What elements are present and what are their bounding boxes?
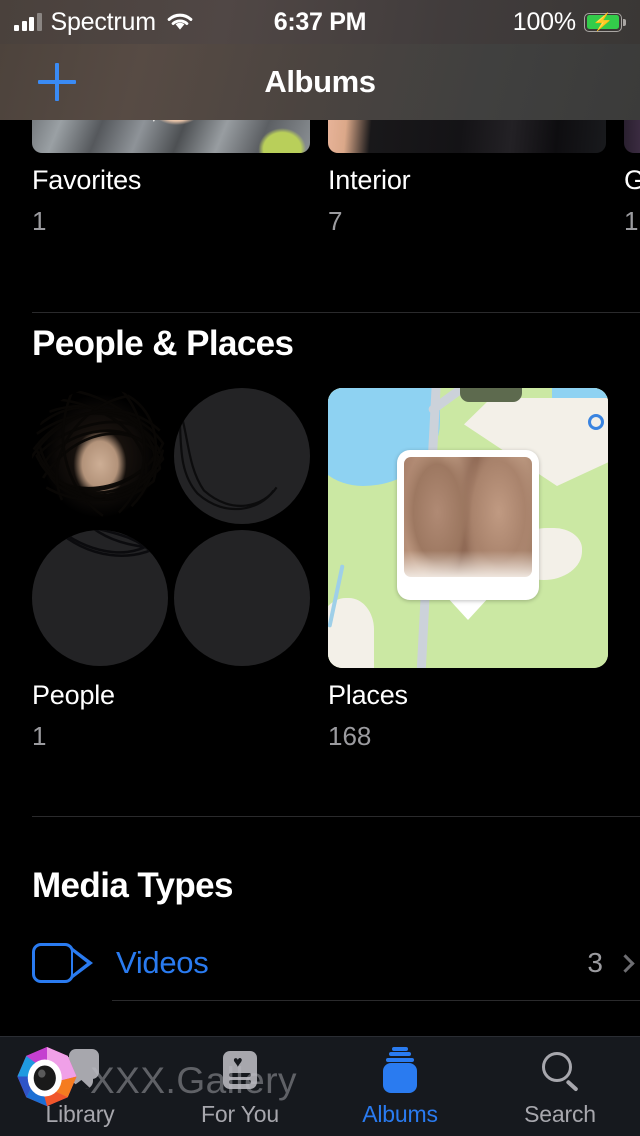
places-count: 168 — [328, 721, 372, 751]
photo-stack-icon — [53, 1049, 107, 1095]
places-label-group: Places 168 — [328, 680, 408, 752]
places-title: Places — [328, 680, 408, 710]
pin-photo-thumbnail — [404, 457, 532, 577]
people-places-section: People 1 Places 168 — [0, 388, 640, 788]
media-types-section: Media Types Videos 3 — [0, 840, 640, 1036]
tab-label: Albums — [362, 1101, 438, 1127]
tab-label: For You — [201, 1101, 279, 1127]
albums-scroll-content[interactable]: Favorites 1 Interior 7 G 1 People & Plac… — [0, 0, 640, 1036]
map-park-area — [460, 388, 522, 402]
people-label-group: People 1 — [32, 680, 115, 752]
album-cell-favorites[interactable]: Favorites 1 — [32, 104, 310, 237]
places-album-tile[interactable] — [328, 388, 608, 668]
album-title: Favorites — [32, 165, 142, 195]
section-header-people-places: People & Places — [32, 324, 294, 363]
page-title: Albums — [264, 64, 376, 99]
person-face-circle[interactable] — [32, 530, 168, 666]
album-title: G — [624, 165, 640, 195]
heart-card-icon: ♥ — [213, 1049, 267, 1095]
albums-grid-row: Favorites 1 Interior 7 G 1 — [0, 104, 640, 304]
wifi-icon — [167, 13, 193, 30]
tab-library[interactable]: Library — [0, 1037, 160, 1136]
section-header-media-types: Media Types — [32, 866, 233, 905]
chevron-right-icon — [616, 953, 635, 973]
media-type-count: 3 — [587, 947, 603, 978]
tab-bar: Library ♥ For You Albums Search — [0, 1036, 640, 1136]
albums-stack-icon — [373, 1047, 427, 1095]
album-title: Interior — [328, 165, 411, 195]
navigation-bar: Albums — [0, 44, 640, 120]
album-count: 7 — [328, 206, 343, 236]
redaction-scribble-overlay — [32, 388, 165, 518]
status-bar: Spectrum 6:37 PM 100% ⚡ — [0, 0, 640, 44]
plus-icon — [38, 80, 76, 84]
person-face-circle[interactable] — [174, 388, 310, 524]
carrier-label: Spectrum — [50, 7, 157, 36]
people-count: 1 — [32, 721, 47, 751]
tab-for-you[interactable]: ♥ For You — [160, 1037, 320, 1136]
tab-label: Library — [45, 1101, 115, 1127]
magnifier-icon — [533, 1049, 587, 1095]
map-photo-pin[interactable] — [397, 450, 539, 620]
person-face-circle[interactable] — [174, 530, 310, 666]
media-type-label: Videos — [116, 945, 209, 980]
album-count: 1 — [624, 206, 639, 236]
video-camera-icon — [32, 941, 94, 985]
album-cell-interior[interactable]: Interior 7 — [328, 104, 606, 237]
media-type-trailing: 3 — [587, 947, 640, 979]
person-face-circle[interactable] — [32, 388, 168, 524]
people-title: People — [32, 680, 115, 710]
battery-percent-label: 100% — [512, 7, 576, 36]
media-type-row-videos[interactable]: Videos 3 — [32, 926, 640, 1000]
people-album-tile[interactable] — [32, 388, 310, 668]
section-divider — [32, 312, 640, 313]
tab-search[interactable]: Search — [480, 1037, 640, 1136]
status-bar-left: Spectrum — [0, 8, 240, 37]
map-marker-dot — [588, 414, 604, 430]
section-divider — [32, 816, 640, 817]
row-separator — [112, 1000, 640, 1001]
add-album-button[interactable] — [34, 59, 80, 105]
battery-charging-icon: ⚡ — [583, 12, 626, 32]
status-bar-right: 100% ⚡ — [400, 8, 640, 37]
tab-label: Search — [524, 1101, 596, 1127]
cellular-signal-icon — [14, 13, 42, 31]
status-bar-center: 6:37 PM — [240, 8, 400, 37]
tab-albums[interactable]: Albums — [320, 1037, 480, 1136]
photos-albums-screen: Favorites 1 Interior 7 G 1 People & Plac… — [0, 0, 640, 1136]
redaction-scribble-overlay — [55, 530, 168, 558]
album-count: 1 — [32, 206, 47, 236]
redaction-scribble-overlay — [174, 388, 278, 511]
album-cell-partial[interactable]: G 1 — [624, 104, 640, 237]
clock-label: 6:37 PM — [273, 7, 367, 36]
people-face-grid — [32, 388, 310, 668]
